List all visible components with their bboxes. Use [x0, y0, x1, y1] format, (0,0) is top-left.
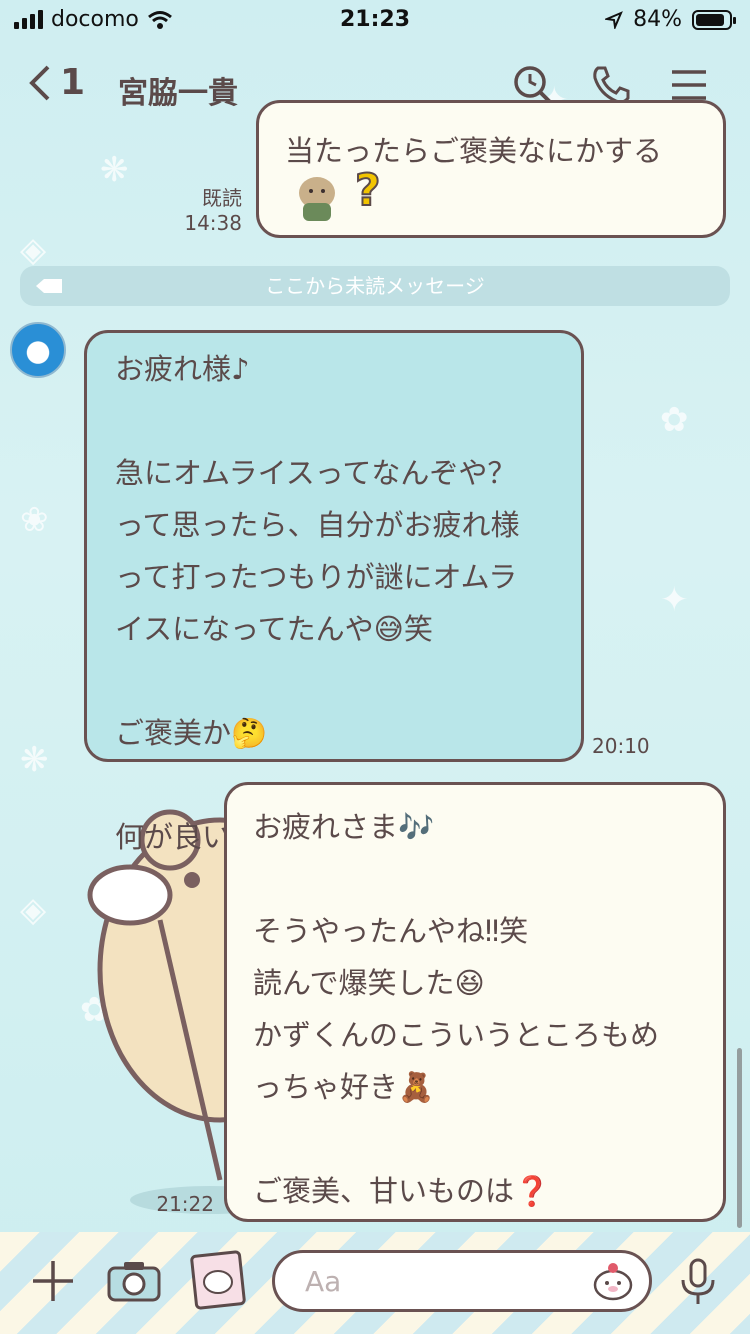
unread-divider: ここから未読メッセージ: [20, 266, 730, 306]
message-bubble-theirs[interactable]: お疲れ様♪ 急にオムライスってなんぞや？ って思ったら、自分がお疲れ様 って打っ…: [84, 330, 584, 854]
candy-deco-icon: ❋: [100, 150, 129, 190]
candy-deco-icon: ✦: [660, 580, 689, 620]
scrollbar[interactable]: [737, 1048, 742, 1228]
message-input[interactable]: Aa: [272, 1250, 652, 1312]
message-input-placeholder: Aa: [305, 1265, 342, 1298]
message-time: 20:10: [592, 734, 650, 758]
plus-icon[interactable]: [30, 1258, 76, 1304]
candy-deco-icon: ✿: [660, 400, 689, 440]
candy-deco-icon: ◈: [20, 230, 47, 270]
battery-icon: [692, 9, 736, 30]
unread-divider-label: ここから未読メッセージ: [265, 274, 485, 298]
location-icon: [605, 10, 623, 29]
camera-icon[interactable]: [106, 1258, 162, 1304]
avatar[interactable]: [10, 322, 66, 378]
chat-title: 宮脇一貴: [118, 76, 238, 111]
battery-percent: 84%: [633, 7, 682, 32]
chevron-left-icon: [29, 65, 50, 100]
message-text: お疲れさま🎶 そうやったんやね‼︎笑 読んで爆笑した😆 かずくんのこういうところ…: [253, 810, 660, 1208]
message-bubble-mine[interactable]: 当たったらご褒美なにかする ?: [256, 100, 726, 238]
microphone-icon[interactable]: [678, 1258, 718, 1306]
sticker-icon[interactable]: [591, 1261, 635, 1301]
unread-count: 1: [60, 62, 86, 103]
read-receipt: 既読: [202, 186, 242, 210]
status-bar: docomo 21:23 84%: [0, 0, 750, 40]
candy-deco-icon: ❋: [20, 740, 49, 780]
candy-deco-icon: ◈: [20, 890, 47, 930]
message-time: 21:22: [156, 1192, 214, 1216]
candy-deco-icon: ❀: [20, 500, 49, 540]
message-meta: 既読 14:38: [180, 182, 242, 235]
question-sticker: ?: [354, 164, 381, 217]
back-button[interactable]: 1: [28, 62, 85, 103]
image-icon[interactable]: [190, 1250, 246, 1310]
bear-sticker-icon: [299, 177, 335, 221]
input-bar: Aa: [0, 1232, 750, 1334]
message-bubble-mine[interactable]: お疲れさま🎶 そうやったんやね‼︎笑 読んで爆笑した😆 かずくんのこういうところ…: [224, 782, 726, 1222]
message-time: 14:38: [184, 211, 242, 235]
tag-icon: [36, 279, 62, 293]
